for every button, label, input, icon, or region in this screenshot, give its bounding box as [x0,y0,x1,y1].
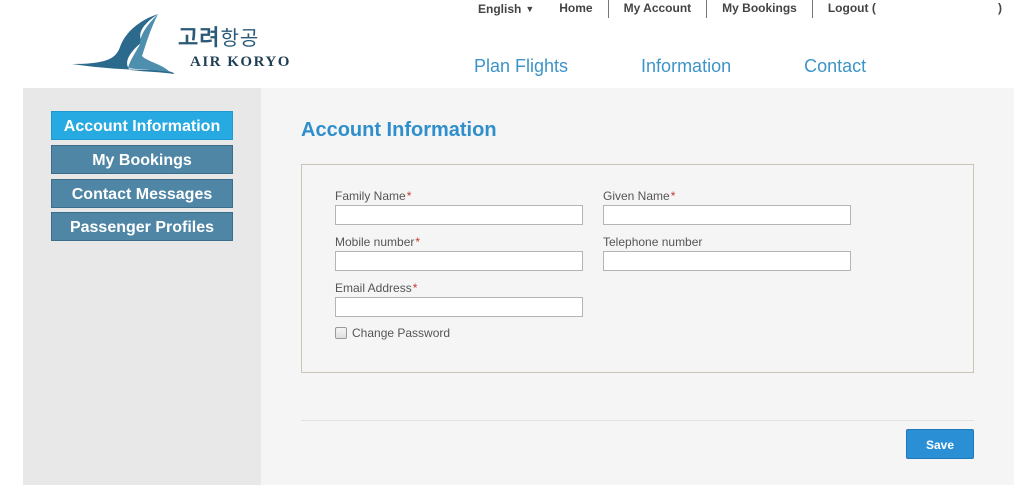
language-selector[interactable]: English ▼ [468,2,544,16]
caret-down-icon: ▼ [525,4,535,14]
given-name-label-text: Given Name [603,189,670,203]
checkbox-icon[interactable] [335,327,347,339]
mobile-number-input[interactable] [335,251,583,271]
telephone-number-input[interactable] [603,251,851,271]
logo-korean-bold: 고려 [178,26,221,51]
given-name-label: Given Name* [603,189,675,203]
nav-plan-flights[interactable]: Plan Flights [474,56,568,77]
sidebar-item-my-bookings[interactable]: My Bookings [51,145,233,174]
email-address-label-text: Email Address [335,281,412,295]
logo-korean-thin: 항공 [220,26,260,50]
family-name-input[interactable] [335,205,583,225]
change-password-label[interactable]: Change Password [352,326,450,340]
required-asterisk: * [670,189,676,203]
given-name-input[interactable] [603,205,851,225]
sidebar-item-account-information[interactable]: Account Information [51,111,233,140]
mobile-number-label-text: Mobile number [335,235,415,249]
family-name-label-text: Family Name [335,189,406,203]
page-title: Account Information [301,119,497,141]
email-address-label: Email Address* [335,281,417,295]
account-form: Family Name* Given Name* Mobile number* … [301,164,974,373]
logout-close-paren: ) [998,1,1002,15]
change-password-row: Change Password [335,326,450,340]
sidebar-item-contact-messages[interactable]: Contact Messages [51,179,233,208]
save-button[interactable]: Save [906,429,974,459]
required-asterisk: * [415,235,421,249]
logo-english-text: AIR KORYO [190,54,291,70]
required-asterisk: * [412,281,418,295]
language-label: English [478,2,522,16]
logo-korean-text: 고려항공 [178,20,259,52]
page: 고려항공 AIR KORYO English ▼ Home My Account… [0,0,1024,485]
top-nav: English ▼ Home My Account My Bookings Lo… [468,0,1002,18]
nav-contact[interactable]: Contact [804,56,866,77]
bird-logo-icon [72,14,175,74]
main-nav: Plan Flights Information Contact [474,56,866,77]
email-address-input[interactable] [335,297,583,317]
mobile-number-label: Mobile number* [335,235,420,249]
my-account-link[interactable]: My Account [607,0,707,18]
my-bookings-link[interactable]: My Bookings [706,0,812,18]
home-link[interactable]: Home [544,0,607,18]
form-divider [301,420,974,421]
logout-link[interactable]: Logout ( [811,0,891,18]
sidebar-item-passenger-profiles[interactable]: Passenger Profiles [51,212,233,241]
air-koryo-logo[interactable]: 고려항공 AIR KORYO [70,12,320,77]
required-asterisk: * [406,189,412,203]
telephone-number-label: Telephone number [603,235,703,249]
nav-information[interactable]: Information [641,56,731,77]
family-name-label: Family Name* [335,189,411,203]
